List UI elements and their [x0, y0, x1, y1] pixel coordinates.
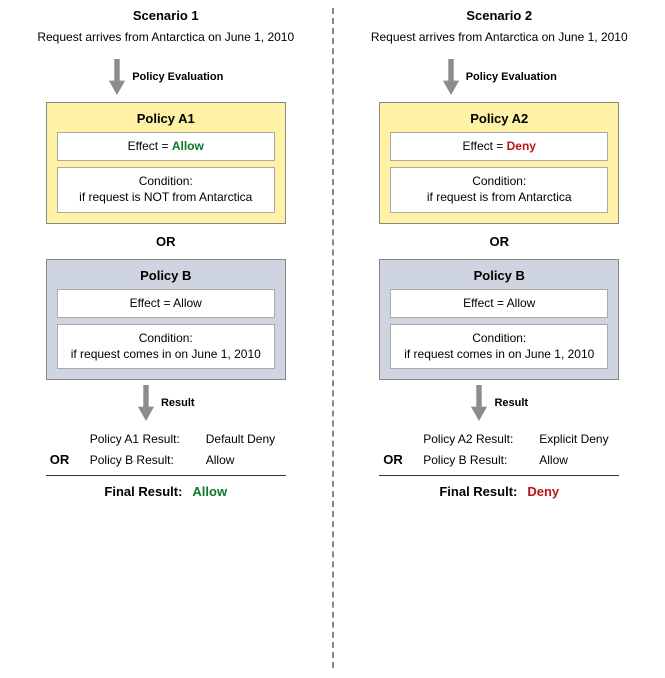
final-result-row: Final Result: Deny [439, 484, 559, 499]
policy-a1-box: Policy A1 Effect = Allow Condition:if re… [46, 102, 286, 224]
policy-a2-effect: Effect = Deny [390, 132, 608, 162]
result-grid: Policy A2 Result: Explicit Deny OR Polic… [379, 428, 619, 475]
policy-a2-condition: Condition:if request is from Antarctica [390, 167, 608, 212]
arrow-label: Policy Evaluation [132, 71, 223, 83]
policy-b1-effect: Effect = Allow [57, 289, 275, 319]
scenario-2-results: Policy A2 Result: Explicit Deny OR Polic… [379, 428, 619, 499]
arrow-down-icon [442, 58, 460, 96]
arrow-down-icon [137, 384, 155, 422]
policy-b2-condition: Condition:if request comes in on June 1,… [390, 324, 608, 369]
arrow-label: Policy Evaluation [466, 71, 557, 83]
policy-a2-title: Policy A2 [390, 111, 608, 126]
policy-a1-title: Policy A1 [57, 111, 275, 126]
policy-b2-effect: Effect = Allow [390, 289, 608, 319]
result-or: OR [50, 452, 84, 467]
or-label: OR [490, 234, 510, 249]
final-result-value: Deny [527, 484, 559, 499]
result-row-value: Default Deny [206, 432, 282, 446]
scenario-1-column: Scenario 1 Request arrives from Antarcti… [0, 0, 332, 678]
policy-b2-box: Policy B Effect = Allow Condition:if req… [379, 259, 619, 381]
result-row-label: Policy B Result: [90, 453, 200, 467]
policy-b1-box: Policy B Effect = Allow Condition:if req… [46, 259, 286, 381]
scenario-2-column: Scenario 2 Request arrives from Antarcti… [334, 0, 665, 678]
arrow-down-icon [108, 58, 126, 96]
result-row-value: Explicit Deny [539, 432, 615, 446]
scenario-1-arrow-result: Result [137, 384, 195, 422]
policy-a2-box: Policy A2 Effect = Deny Condition:if req… [379, 102, 619, 224]
result-divider [46, 475, 286, 476]
final-result-row: Final Result: Allow [104, 484, 227, 499]
scenario-2-title: Scenario 2 [466, 8, 532, 23]
result-row-label: Policy B Result: [423, 453, 533, 467]
result-grid: Policy A1 Result: Default Deny OR Policy… [46, 428, 286, 475]
scenario-2-arrow-eval: Policy Evaluation [442, 58, 557, 96]
arrow-down-icon [470, 384, 488, 422]
effect-prefix: Effect = [463, 139, 507, 153]
arrow-label: Result [494, 397, 528, 409]
or-label: OR [156, 234, 176, 249]
scenario-1-request: Request arrives from Antarctica on June … [37, 29, 294, 46]
scenario-2-arrow-result: Result [470, 384, 528, 422]
policy-a1-effect: Effect = Allow [57, 132, 275, 162]
effect-prefix: Effect = [128, 139, 172, 153]
final-result-label: Final Result: [104, 484, 182, 499]
policy-b1-title: Policy B [57, 268, 275, 283]
scenario-1-title: Scenario 1 [133, 8, 199, 23]
policy-a1-condition: Condition:if request is NOT from Antarct… [57, 167, 275, 212]
scenario-2-request: Request arrives from Antarctica on June … [371, 29, 628, 46]
result-row-label: Policy A2 Result: [423, 432, 533, 446]
arrow-label: Result [161, 397, 195, 409]
result-or: OR [383, 452, 417, 467]
policy-b2-title: Policy B [390, 268, 608, 283]
effect-value: Allow [172, 139, 204, 153]
result-divider [379, 475, 619, 476]
diagram-container: Scenario 1 Request arrives from Antarcti… [0, 0, 665, 678]
effect-value: Deny [507, 139, 536, 153]
result-row-value: Allow [206, 453, 282, 467]
policy-b1-condition: Condition:if request comes in on June 1,… [57, 324, 275, 369]
final-result-value: Allow [192, 484, 227, 499]
result-row-label: Policy A1 Result: [90, 432, 200, 446]
scenario-1-arrow-eval: Policy Evaluation [108, 58, 223, 96]
result-row-value: Allow [539, 453, 615, 467]
scenario-1-results: Policy A1 Result: Default Deny OR Policy… [46, 428, 286, 499]
final-result-label: Final Result: [439, 484, 517, 499]
